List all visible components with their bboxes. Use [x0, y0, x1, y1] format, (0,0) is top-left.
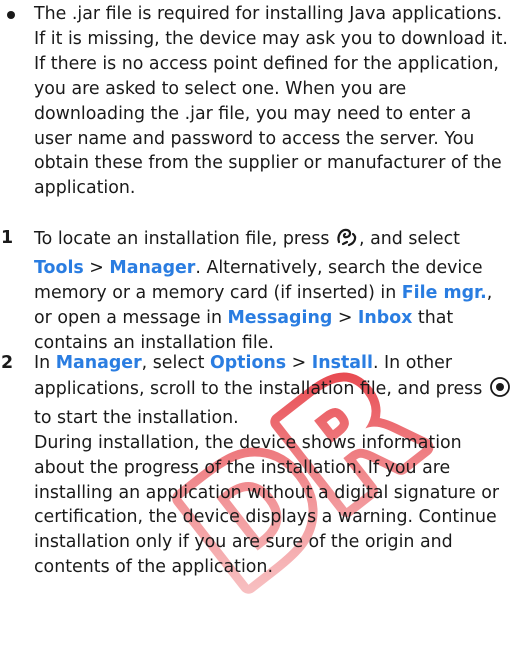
- install-menu: Install: [311, 353, 373, 373]
- step-text: To locate an installation file, press , …: [34, 226, 513, 356]
- step-text: In Manager, select Options > Install. In…: [34, 351, 513, 580]
- step-number: 2: [1, 353, 14, 373]
- menu-key-icon: [335, 226, 359, 256]
- bullet-dot: [7, 11, 15, 19]
- tools-menu: Tools: [34, 257, 84, 278]
- inbox-menu: Inbox: [357, 307, 413, 328]
- select-key-icon: [488, 376, 512, 406]
- bullet-text: The .jar file is required for installing…: [34, 4, 508, 199]
- file-mgr-menu: File mgr.: [401, 282, 487, 303]
- options-menu: Options: [209, 353, 287, 373]
- step-number: 1: [1, 228, 14, 248]
- manager-menu: Manager: [109, 257, 196, 278]
- manager-menu: Manager: [55, 353, 142, 373]
- step-2-detail: During installation, the device shows in…: [34, 432, 500, 578]
- messaging-menu: Messaging: [227, 307, 333, 328]
